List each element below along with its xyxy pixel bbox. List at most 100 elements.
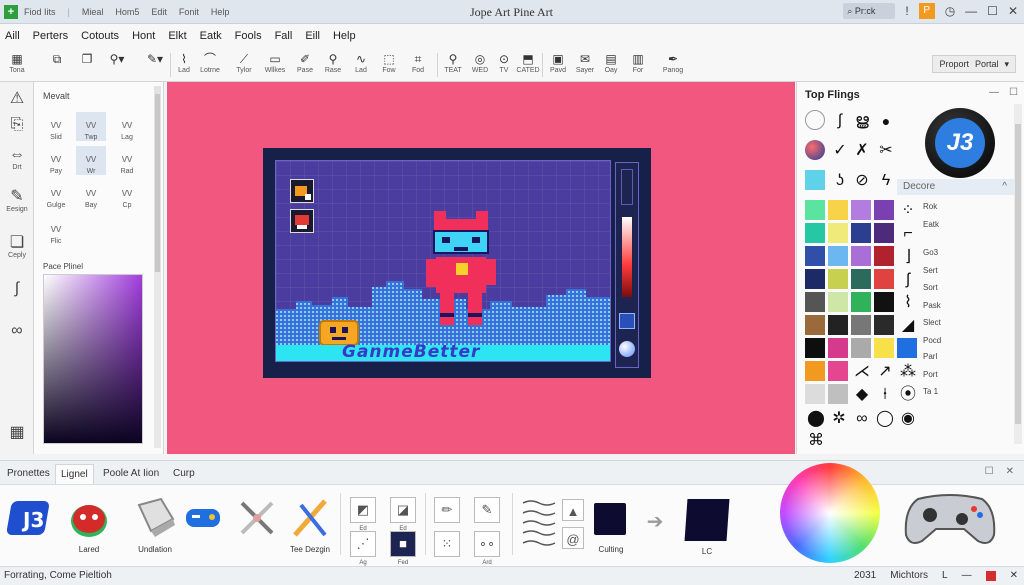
color-swatch[interactable] (805, 200, 825, 220)
bracket-decor-icon[interactable]: ⌋ (897, 246, 919, 268)
color-picker-field[interactable] (43, 274, 143, 444)
brush-item[interactable]: ᵥᵥ Gulge (41, 180, 71, 209)
ring-decor-icon[interactable]: ◯ (874, 408, 896, 430)
tool-wllkes[interactable]: ▭ Wllkes (258, 51, 292, 74)
brush-item[interactable]: ᵥᵥ Cp (112, 180, 142, 209)
target-decor-icon[interactable]: ◉ (897, 408, 919, 430)
asset-thumb[interactable]: ◪ Ed (390, 497, 416, 532)
layer-thumbnail[interactable] (290, 209, 314, 233)
asset-item[interactable] (520, 497, 558, 556)
tool-copy[interactable]: ❐ (70, 51, 104, 67)
asset-item[interactable] (178, 495, 228, 544)
menu-item[interactable]: Perters (33, 30, 68, 42)
decore-item[interactable]: Slect (923, 318, 941, 327)
asset-item[interactable] (232, 495, 282, 544)
brush-item[interactable]: ᵥᵥ Rad (112, 146, 142, 175)
hook-shape-icon[interactable]: ʖ (829, 170, 851, 192)
close-icon[interactable]: ✕ (1006, 466, 1014, 477)
arrow-decor-icon[interactable]: ↗ (874, 361, 896, 383)
color-swatch[interactable] (805, 384, 825, 404)
grid-tool[interactable]: ▦ (2, 422, 32, 442)
title-menu-item[interactable]: Hom5 (115, 7, 139, 17)
decore-item[interactable]: Eatk (923, 220, 939, 229)
title-menu-item[interactable]: Edit (151, 7, 167, 17)
search-button[interactable]: ⌕ Pr:ck (843, 3, 896, 19)
color-swatch[interactable] (805, 338, 825, 358)
layer-button[interactable] (619, 313, 635, 329)
hook-tool[interactable]: ∫ (2, 280, 32, 298)
dot-shape-icon[interactable]: ● (875, 110, 897, 132)
star-decor-icon[interactable]: ✲ (828, 408, 850, 430)
tool-fod[interactable]: ⌗ Fod (401, 51, 435, 74)
right-panel-scrollbar[interactable] (1014, 104, 1022, 444)
brush-item[interactable]: ᵥᵥ Flic (41, 216, 71, 245)
color-swatch[interactable] (805, 361, 825, 381)
color-swatch[interactable] (874, 292, 894, 312)
tab-poole-action[interactable]: Poole At Iion (98, 464, 164, 484)
picker-scrollbar[interactable] (154, 272, 161, 448)
brush-item[interactable]: ᵥᵥ Wr (76, 146, 106, 175)
minimize-icon[interactable]: — (965, 4, 977, 18)
decore-section-header[interactable]: Decore ^ (897, 179, 1015, 195)
color-swatch[interactable] (828, 223, 848, 243)
color-swatch[interactable] (805, 269, 825, 289)
restore-icon[interactable]: ☐ (985, 466, 994, 477)
tab-lignel[interactable]: Lignel (55, 464, 94, 484)
loops-decor-icon[interactable]: ∞ (851, 408, 873, 430)
menu-item[interactable]: Fools (235, 30, 262, 42)
color-swatch[interactable] (828, 384, 848, 404)
blob-decor-icon[interactable]: ⦿ (897, 384, 919, 406)
decore-item[interactable]: Sert (923, 266, 938, 275)
tab-pronettes[interactable]: Pronettes (2, 464, 55, 484)
title-menu-item[interactable]: Fonit (179, 7, 199, 17)
menu-item[interactable]: Help (333, 30, 356, 42)
restore-icon[interactable]: ☐ (1009, 87, 1018, 98)
tool-new[interactable]: ▦ Tona (0, 51, 34, 74)
color-swatch[interactable] (828, 269, 848, 289)
asset-thumb[interactable]: ⋰ Ag (350, 531, 376, 566)
diamond-decor-icon[interactable]: ◆ (851, 384, 873, 406)
color-swatch[interactable] (851, 246, 871, 266)
layer-thumbnail[interactable] (290, 179, 314, 203)
warning-tool[interactable]: ⚠ (2, 88, 32, 108)
tool-zoom[interactable]: ⚲▾ (100, 51, 134, 67)
asset-thumb[interactable]: ✏ (434, 497, 460, 523)
color-swatch[interactable] (851, 292, 871, 312)
tab-curp[interactable]: Curp (168, 464, 200, 484)
ring-shape-icon[interactable]: ⊘ (851, 170, 873, 192)
brush-item-selected[interactable]: ᵥᵥ Twp (76, 112, 106, 141)
close-icon[interactable]: ✕ (1010, 567, 1018, 585)
account-button[interactable]: P (918, 3, 935, 19)
wave-decor-icon[interactable]: ◢ (897, 315, 919, 337)
brush-item[interactable]: ᵥᵥ Bay (76, 180, 106, 209)
menu-item[interactable]: Aill (5, 30, 20, 42)
menu-item[interactable]: Elkt (168, 30, 186, 42)
color-swatch[interactable] (897, 338, 917, 358)
tool-cated[interactable]: ⬒ CATED (511, 51, 545, 74)
spike-decor-icon[interactable]: ⍿ (874, 384, 896, 406)
bolt-shape-icon[interactable]: ϟ (875, 170, 897, 192)
color-swatch[interactable] (851, 223, 871, 243)
orb-button[interactable] (619, 341, 635, 357)
tool-tylor[interactable]: ⟋ Tylor (227, 51, 261, 74)
slider-handle[interactable] (621, 169, 633, 205)
scissors-shape-icon[interactable]: ✂ (875, 140, 897, 162)
color-swatch[interactable] (874, 269, 894, 289)
close-icon[interactable]: ✕ (1008, 4, 1018, 18)
cyan-swatch-icon[interactable] (805, 170, 825, 190)
decore-item[interactable]: Rok (923, 202, 937, 211)
check-shape-icon[interactable]: ✓ (829, 140, 851, 162)
design-tool[interactable]: ✎ Eesign (2, 186, 32, 213)
asset-item[interactable]: Lared (64, 495, 114, 554)
color-swatch[interactable] (805, 315, 825, 335)
copy-tool[interactable]: ❏ Ceply (2, 232, 32, 259)
decore-item[interactable]: Ta 1 (923, 387, 938, 396)
angle-decor-icon[interactable]: ⋌ (851, 361, 873, 383)
clock-icon[interactable]: ◷ (945, 4, 955, 18)
minimize-icon[interactable]: — (962, 567, 972, 585)
tool-lotrne[interactable]: ⌒ Lotrne (193, 51, 227, 74)
swirl-shape-icon[interactable]: ൠ (851, 110, 873, 132)
asset-thumb[interactable]: ⁙ (434, 531, 460, 557)
color-swatch[interactable] (805, 292, 825, 312)
color-swatch[interactable] (874, 200, 894, 220)
